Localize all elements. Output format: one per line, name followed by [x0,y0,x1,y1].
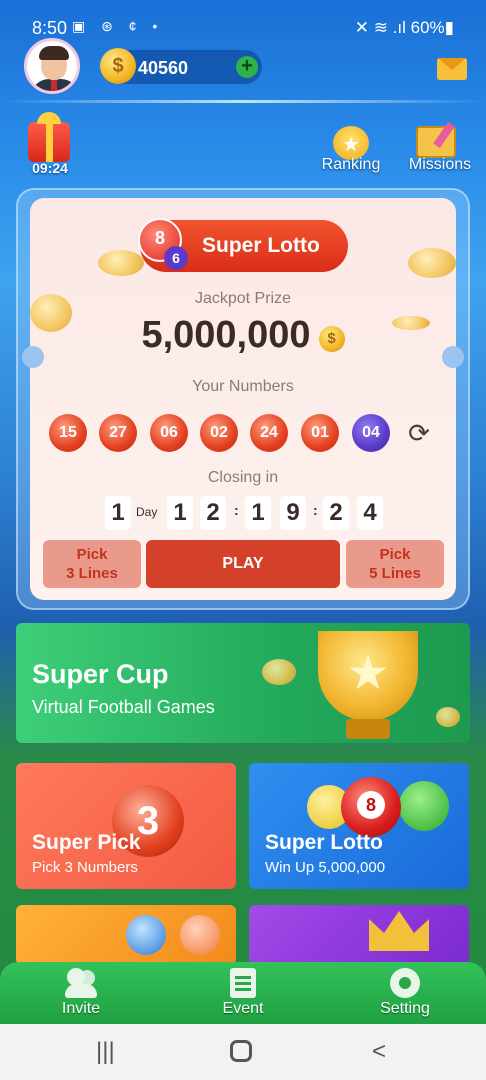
gear-center [399,977,411,989]
countdown-digit: 1 [167,496,193,530]
refresh-numbers-icon[interactable]: ⟳ [404,418,434,448]
countdown-day: 1 [105,496,131,530]
avatar[interactable] [24,38,80,94]
pick-5-lines-button[interactable]: Pick 5 Lines [346,540,444,588]
jackpot-label: Jackpot Prize [194,290,292,307]
event-line [235,976,251,979]
decor-coin-icon [408,248,456,278]
pick3-label-bottom: 3 Lines [66,565,118,582]
game-tile[interactable] [249,905,469,965]
super-cup-title: Super Cup [32,659,169,689]
super-lotto-subtitle: Win Up 5,000,000 [265,859,386,876]
event-icon [230,968,256,998]
pick-3-lines-button[interactable]: Pick 3 Lines [43,540,141,588]
nav-event-label: Event [222,1000,264,1017]
crown-icon [369,911,429,951]
number-ball: 27 [99,414,137,452]
countdown-separator: : [313,502,318,518]
decor-coin-icon [98,250,144,276]
status-notification-icons: ▣ ⊛ ¢ • [72,18,164,34]
coin-balance: $ 40560 + [100,48,262,84]
super-lotto-title: Super Lotto [265,831,383,854]
super-cup-subtitle: Virtual Football Games [32,697,215,717]
number-ball: 24 [250,414,288,452]
countdown-day-label: Day [136,505,158,519]
header-divider [0,100,486,103]
countdown-digit: 9 [280,496,306,530]
invite-icon [65,968,97,998]
nav-event[interactable]: Event [183,962,303,1024]
ranking-icon[interactable]: ★ [333,126,369,160]
system-nav-bar: ||| < [0,1024,486,1080]
status-battery: ✕ ≋ .ıl 60%▮ [354,18,454,37]
event-line [235,982,251,985]
coin-icon: $ [100,48,136,84]
countdown-digit: 1 [245,496,271,530]
avatar-hair [39,46,69,60]
decor-coin-icon [262,659,296,685]
coin-value: 40560 [138,58,189,78]
bonus-number-ball: 04 [352,414,390,452]
nav-invite[interactable]: Invite [21,962,141,1024]
number-ball: 15 [49,414,87,452]
number-ball: 01 [301,414,339,452]
super-lotto-tile[interactable]: 8 Super Lotto Win Up 5,000,000 [249,763,469,889]
super-pick-tile[interactable]: 3 Super Pick Pick 3 Numbers [16,763,236,889]
missions-icon[interactable] [416,122,456,158]
nav-setting-label: Setting [380,1000,430,1017]
super-pick-title: Super Pick [32,831,141,854]
pen-icon [433,122,455,148]
super-cup-banner[interactable]: Super Cup Virtual Football Games ★ [16,623,470,743]
home-icon[interactable] [230,1040,252,1062]
lotto-small-ball-icon: 6 [164,246,188,270]
closing-label: Closing in [207,469,279,486]
jackpot-amount: 5,000,000 [141,314,311,356]
missions-label[interactable]: Missions [404,156,476,174]
medal-star-icon: ★ [342,134,360,156]
nav-setting[interactable]: Setting [345,962,465,1024]
trophy-star-icon: ★ [346,647,390,700]
countdown-separator: : [234,502,239,518]
coin-icon: $ [318,326,345,352]
trophy-icon: ★ [318,631,418,721]
super-pick-subtitle: Pick 3 Numbers [32,859,138,876]
game-tile[interactable] [16,905,236,965]
your-numbers-label: Your Numbers [192,378,294,395]
nav-invite-label: Invite [61,1000,101,1017]
pick3-label-top: Pick [76,546,108,563]
bottom-nav: Invite Event Setting [0,962,486,1024]
recents-icon[interactable]: ||| [96,1038,115,1066]
blue-ball-icon [126,915,166,955]
pick5-label-bottom: 5 Lines [369,565,421,582]
ranking-label[interactable]: Ranking [318,156,384,174]
gift-icon[interactable] [28,112,70,162]
orange-ball-icon [180,915,220,955]
pick5-label-top: Pick [379,546,411,563]
gift-timer: 09:24 [32,160,68,176]
status-time: 8:50 [32,18,68,38]
gift-ribbon [46,122,53,162]
person-body [65,984,97,998]
green-ball-icon [399,781,449,831]
event-line [235,988,251,991]
number-ball: 02 [200,414,238,452]
mail-icon[interactable] [437,58,467,80]
lotto-8-ball-icon: 8 [341,777,401,837]
trophy-base [346,719,390,739]
add-coins-button[interactable]: + [236,56,258,78]
play-button[interactable]: PLAY [146,540,340,588]
number-ball: 06 [150,414,188,452]
avatar-tie [51,79,57,91]
jackpot-value: 5,000,000 $ [30,314,456,357]
countdown-digit: 4 [357,496,383,530]
gear-icon [390,968,420,998]
decor-coin-icon [436,707,460,727]
countdown-digit: 2 [323,496,349,530]
back-icon[interactable]: < [372,1038,386,1066]
countdown-digit: 2 [200,496,226,530]
